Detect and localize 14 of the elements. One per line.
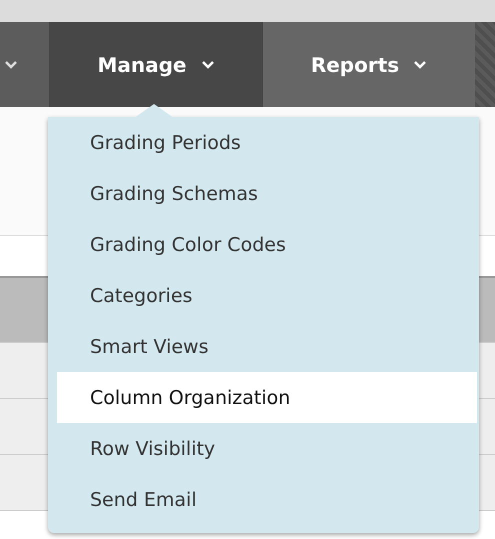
nav-tab[interactable]: Manage <box>49 22 262 107</box>
chevron-down-icon <box>200 60 214 70</box>
menu-item[interactable]: Categories <box>57 270 477 321</box>
nav-tab[interactable] <box>0 22 49 107</box>
menu-item[interactable]: Row Visibility <box>57 423 477 474</box>
chevron-down-icon <box>413 60 428 70</box>
nav-tab[interactable]: Reports <box>262 22 475 107</box>
menu-item[interactable]: Send Email <box>57 474 477 525</box>
chevron-down-icon <box>4 60 18 70</box>
menu-item[interactable]: Column Organization <box>57 372 477 423</box>
menu-item[interactable]: Grading Schemas <box>57 168 477 219</box>
menu-item[interactable]: Grading Color Codes <box>57 219 477 270</box>
menu-item[interactable]: Smart Views <box>57 321 477 372</box>
menu-item[interactable]: Grading Periods <box>57 117 477 168</box>
